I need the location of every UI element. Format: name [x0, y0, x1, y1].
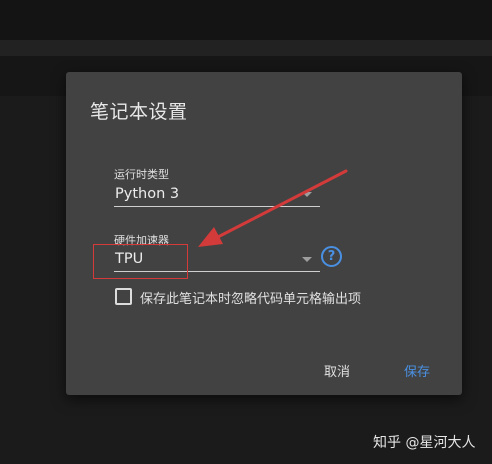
save-button[interactable]: 保存 [404, 361, 430, 380]
top-toolbar-background [0, 0, 492, 40]
omit-code-output-checkbox[interactable] [115, 288, 132, 305]
chevron-down-icon [302, 257, 312, 262]
notebook-settings-dialog: 笔记本设置 运行时类型 Python 3 硬件加速器 TPU ? 保存此笔记本时… [66, 72, 462, 395]
runtime-type-value: Python 3 [115, 186, 180, 202]
chevron-down-icon [302, 192, 312, 197]
annotation-highlight-box [93, 244, 188, 279]
omit-code-output-label: 保存此笔记本时忽略代码单元格输出项 [140, 292, 362, 307]
cancel-button[interactable]: 取消 [324, 361, 350, 380]
toolbar-divider-band [0, 40, 492, 56]
help-icon[interactable]: ? [321, 246, 342, 267]
runtime-type-select[interactable]: Python 3 [114, 180, 320, 207]
dialog-title: 笔记本设置 [90, 101, 188, 123]
watermark-text: 知乎 @星河大人 [373, 435, 476, 451]
